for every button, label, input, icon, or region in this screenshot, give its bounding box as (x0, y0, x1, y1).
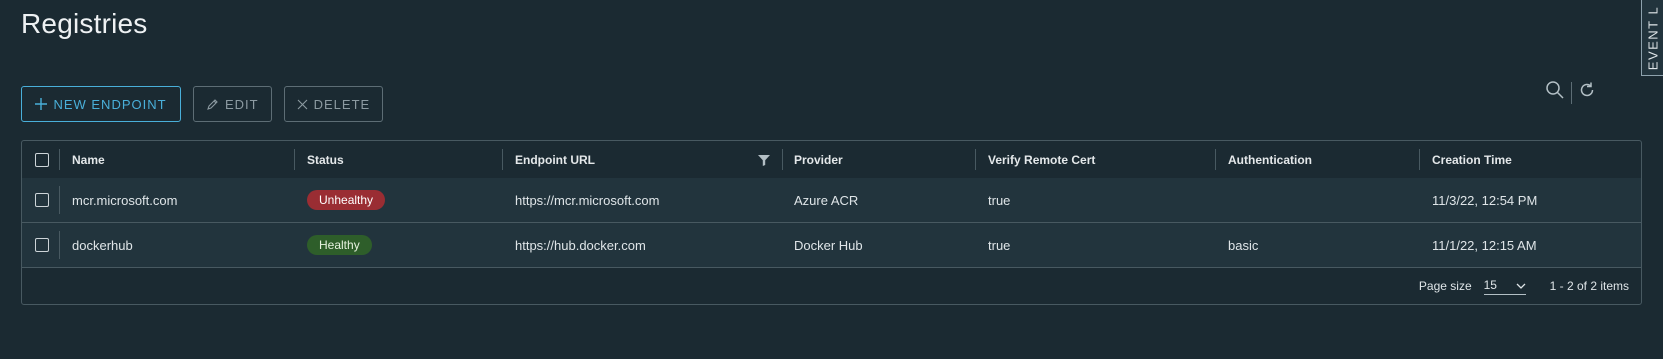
page-size-select[interactable]: 15 (1483, 276, 1526, 295)
table-row[interactable]: dockerhub Healthy https://hub.docker.com… (22, 223, 1641, 268)
new-endpoint-label: NEW ENDPOINT (53, 96, 167, 112)
tool-divider (1571, 81, 1572, 104)
chevron-down-icon (1516, 278, 1526, 292)
column-header-authentication[interactable]: Authentication (1228, 141, 1312, 178)
row-name: dockerhub (72, 237, 133, 253)
column-header-provider[interactable]: Provider (794, 141, 843, 178)
row-authentication: basic (1228, 237, 1259, 253)
row-endpoint-url: https://hub.docker.com (515, 237, 646, 253)
close-icon (297, 99, 308, 110)
table-row[interactable]: mcr.microsoft.com Unhealthy https://mcr.… (22, 178, 1641, 223)
grid-tools (1545, 80, 1596, 105)
edit-label: EDIT (225, 96, 259, 112)
row-provider: Azure ACR (794, 192, 859, 208)
toolbar: NEW ENDPOINT EDIT DELETE (21, 86, 384, 122)
row-verify-remote-cert: true (988, 237, 1011, 253)
row-creation-time: 11/1/22, 12:15 AM (1432, 237, 1537, 253)
grid-footer: Page size 15 1 - 2 of 2 items (22, 267, 1641, 304)
status-badge: Healthy (307, 235, 372, 255)
edit-button[interactable]: EDIT (193, 86, 272, 122)
delete-label: DELETE (313, 96, 371, 112)
grid-header: Name Status Endpoint URL Provider Verify… (22, 141, 1641, 179)
new-endpoint-button[interactable]: NEW ENDPOINT (21, 86, 181, 122)
row-checkbox[interactable] (35, 238, 49, 252)
event-log-tab[interactable]: EVENT L (1641, 0, 1663, 76)
delete-button[interactable]: DELETE (283, 86, 384, 122)
row-creation-time: 11/3/22, 12:54 PM (1432, 192, 1538, 208)
select-all-checkbox[interactable] (35, 152, 49, 167)
event-log-tab-label: EVENT L (1645, 5, 1660, 70)
registries-grid: Name Status Endpoint URL Provider Verify… (21, 140, 1642, 305)
page-size-value: 15 (1483, 278, 1497, 292)
row-provider: Docker Hub (794, 237, 863, 253)
refresh-icon[interactable] (1578, 81, 1596, 104)
item-count: 1 - 2 of 2 items (1549, 278, 1629, 293)
status-badge: Unhealthy (307, 190, 386, 210)
column-header-verify-remote-cert[interactable]: Verify Remote Cert (988, 141, 1095, 178)
column-header-creation-time[interactable]: Creation Time (1432, 141, 1512, 178)
row-name: mcr.microsoft.com (72, 192, 178, 208)
page-size-label: Page size (1418, 278, 1472, 293)
filter-icon[interactable] (758, 141, 770, 178)
row-verify-remote-cert: true (988, 192, 1011, 208)
column-header-status[interactable]: Status (307, 141, 344, 178)
column-header-endpoint-url[interactable]: Endpoint URL (515, 141, 595, 178)
page-title: Registries (21, 8, 148, 39)
pencil-icon (206, 98, 219, 111)
row-endpoint-url: https://mcr.microsoft.com (515, 192, 660, 208)
column-header-name[interactable]: Name (72, 141, 105, 178)
search-icon[interactable] (1545, 80, 1565, 105)
plus-icon (35, 98, 48, 110)
row-checkbox[interactable] (35, 193, 49, 207)
